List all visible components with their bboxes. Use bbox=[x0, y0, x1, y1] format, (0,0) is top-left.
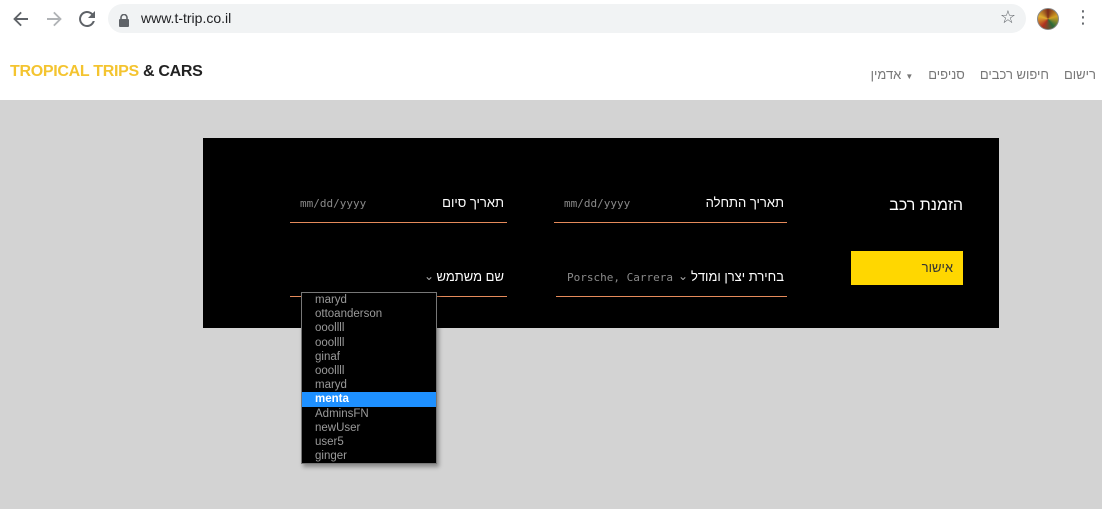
dropdown-option[interactable]: user5 bbox=[302, 435, 436, 449]
end-date-field[interactable]: תאריך סיום mm/dd/yyyy bbox=[290, 185, 507, 223]
browser-toolbar: www.t-trip.co.il ☆ ⋮ bbox=[0, 0, 1102, 38]
bookmark-star-icon[interactable]: ☆ bbox=[1000, 7, 1016, 28]
nav-item-admin[interactable]: אדמין ▼ bbox=[871, 67, 914, 82]
car-model-select[interactable]: בחירת יצרן ומודל ⌄ Porsche, Carrera bbox=[556, 259, 787, 297]
dropdown-option[interactable]: maryd bbox=[302, 378, 436, 392]
dropdown-option[interactable]: maryd bbox=[302, 293, 436, 307]
top-nav: רישום חיפוש רכבים סניפים אדמין ▼ bbox=[871, 67, 1096, 82]
end-date-input[interactable]: mm/dd/yyyy bbox=[300, 197, 366, 210]
start-date-label: תאריך התחלה bbox=[705, 195, 784, 210]
site-logo[interactable]: TROPICAL TRIPS & CARS bbox=[10, 63, 203, 81]
dropdown-option[interactable]: ginaf bbox=[302, 350, 436, 364]
dropdown-option[interactable]: ottoanderson bbox=[302, 307, 436, 321]
chevron-down-icon: ⌄ bbox=[423, 269, 434, 283]
username-dropdown-list[interactable]: maryd ottoanderson ooollll ooollll ginaf oool… bbox=[301, 292, 437, 464]
form-title: הזמנת רכב bbox=[889, 197, 963, 214]
forward-arrow-icon[interactable] bbox=[42, 7, 66, 31]
logo-part-2: & CARS bbox=[143, 63, 203, 80]
car-model-label: בחירת יצרן ומודל bbox=[690, 269, 784, 284]
start-date-input[interactable]: mm/dd/yyyy bbox=[564, 197, 630, 210]
dropdown-option[interactable]: ooollll bbox=[302, 321, 436, 335]
lock-icon bbox=[119, 12, 129, 31]
dropdown-option[interactable]: menta bbox=[302, 392, 436, 407]
profile-avatar[interactable] bbox=[1037, 8, 1059, 30]
dropdown-option[interactable]: AdminsFN bbox=[302, 407, 436, 421]
url-text: www.t-trip.co.il bbox=[141, 10, 232, 26]
address-bar[interactable]: www.t-trip.co.il ☆ bbox=[108, 4, 1026, 33]
end-date-label: תאריך סיום bbox=[442, 195, 504, 210]
car-model-value: Porsche, Carrera bbox=[567, 271, 673, 284]
menu-kebab-icon[interactable]: ⋮ bbox=[1074, 8, 1092, 28]
site-header: TROPICAL TRIPS & CARS רישום חיפוש רכבים … bbox=[0, 38, 1102, 100]
start-date-field[interactable]: תאריך התחלה mm/dd/yyyy bbox=[554, 185, 787, 223]
nav-item-admin-label: אדמין bbox=[870, 67, 902, 82]
reload-icon[interactable] bbox=[75, 7, 99, 31]
dropdown-option[interactable]: ooollll bbox=[302, 336, 436, 350]
logo-part-1: TROPICAL TRIPS bbox=[10, 63, 139, 80]
dropdown-option[interactable]: ooollll bbox=[302, 364, 436, 378]
dropdown-option[interactable]: newUser bbox=[302, 421, 436, 435]
nav-item-register[interactable]: רישום bbox=[1064, 67, 1096, 82]
chevron-down-icon: ⌄ bbox=[677, 269, 688, 283]
back-arrow-icon[interactable] bbox=[9, 7, 33, 31]
dropdown-option[interactable]: ginger bbox=[302, 449, 436, 463]
username-label: שם משתמש bbox=[436, 269, 505, 284]
nav-item-car-search[interactable]: חיפוש רכבים bbox=[980, 67, 1049, 82]
caret-down-icon: ▼ bbox=[905, 72, 914, 81]
confirm-button[interactable]: אישור bbox=[851, 251, 963, 285]
nav-item-branches[interactable]: סניפים bbox=[928, 67, 965, 82]
